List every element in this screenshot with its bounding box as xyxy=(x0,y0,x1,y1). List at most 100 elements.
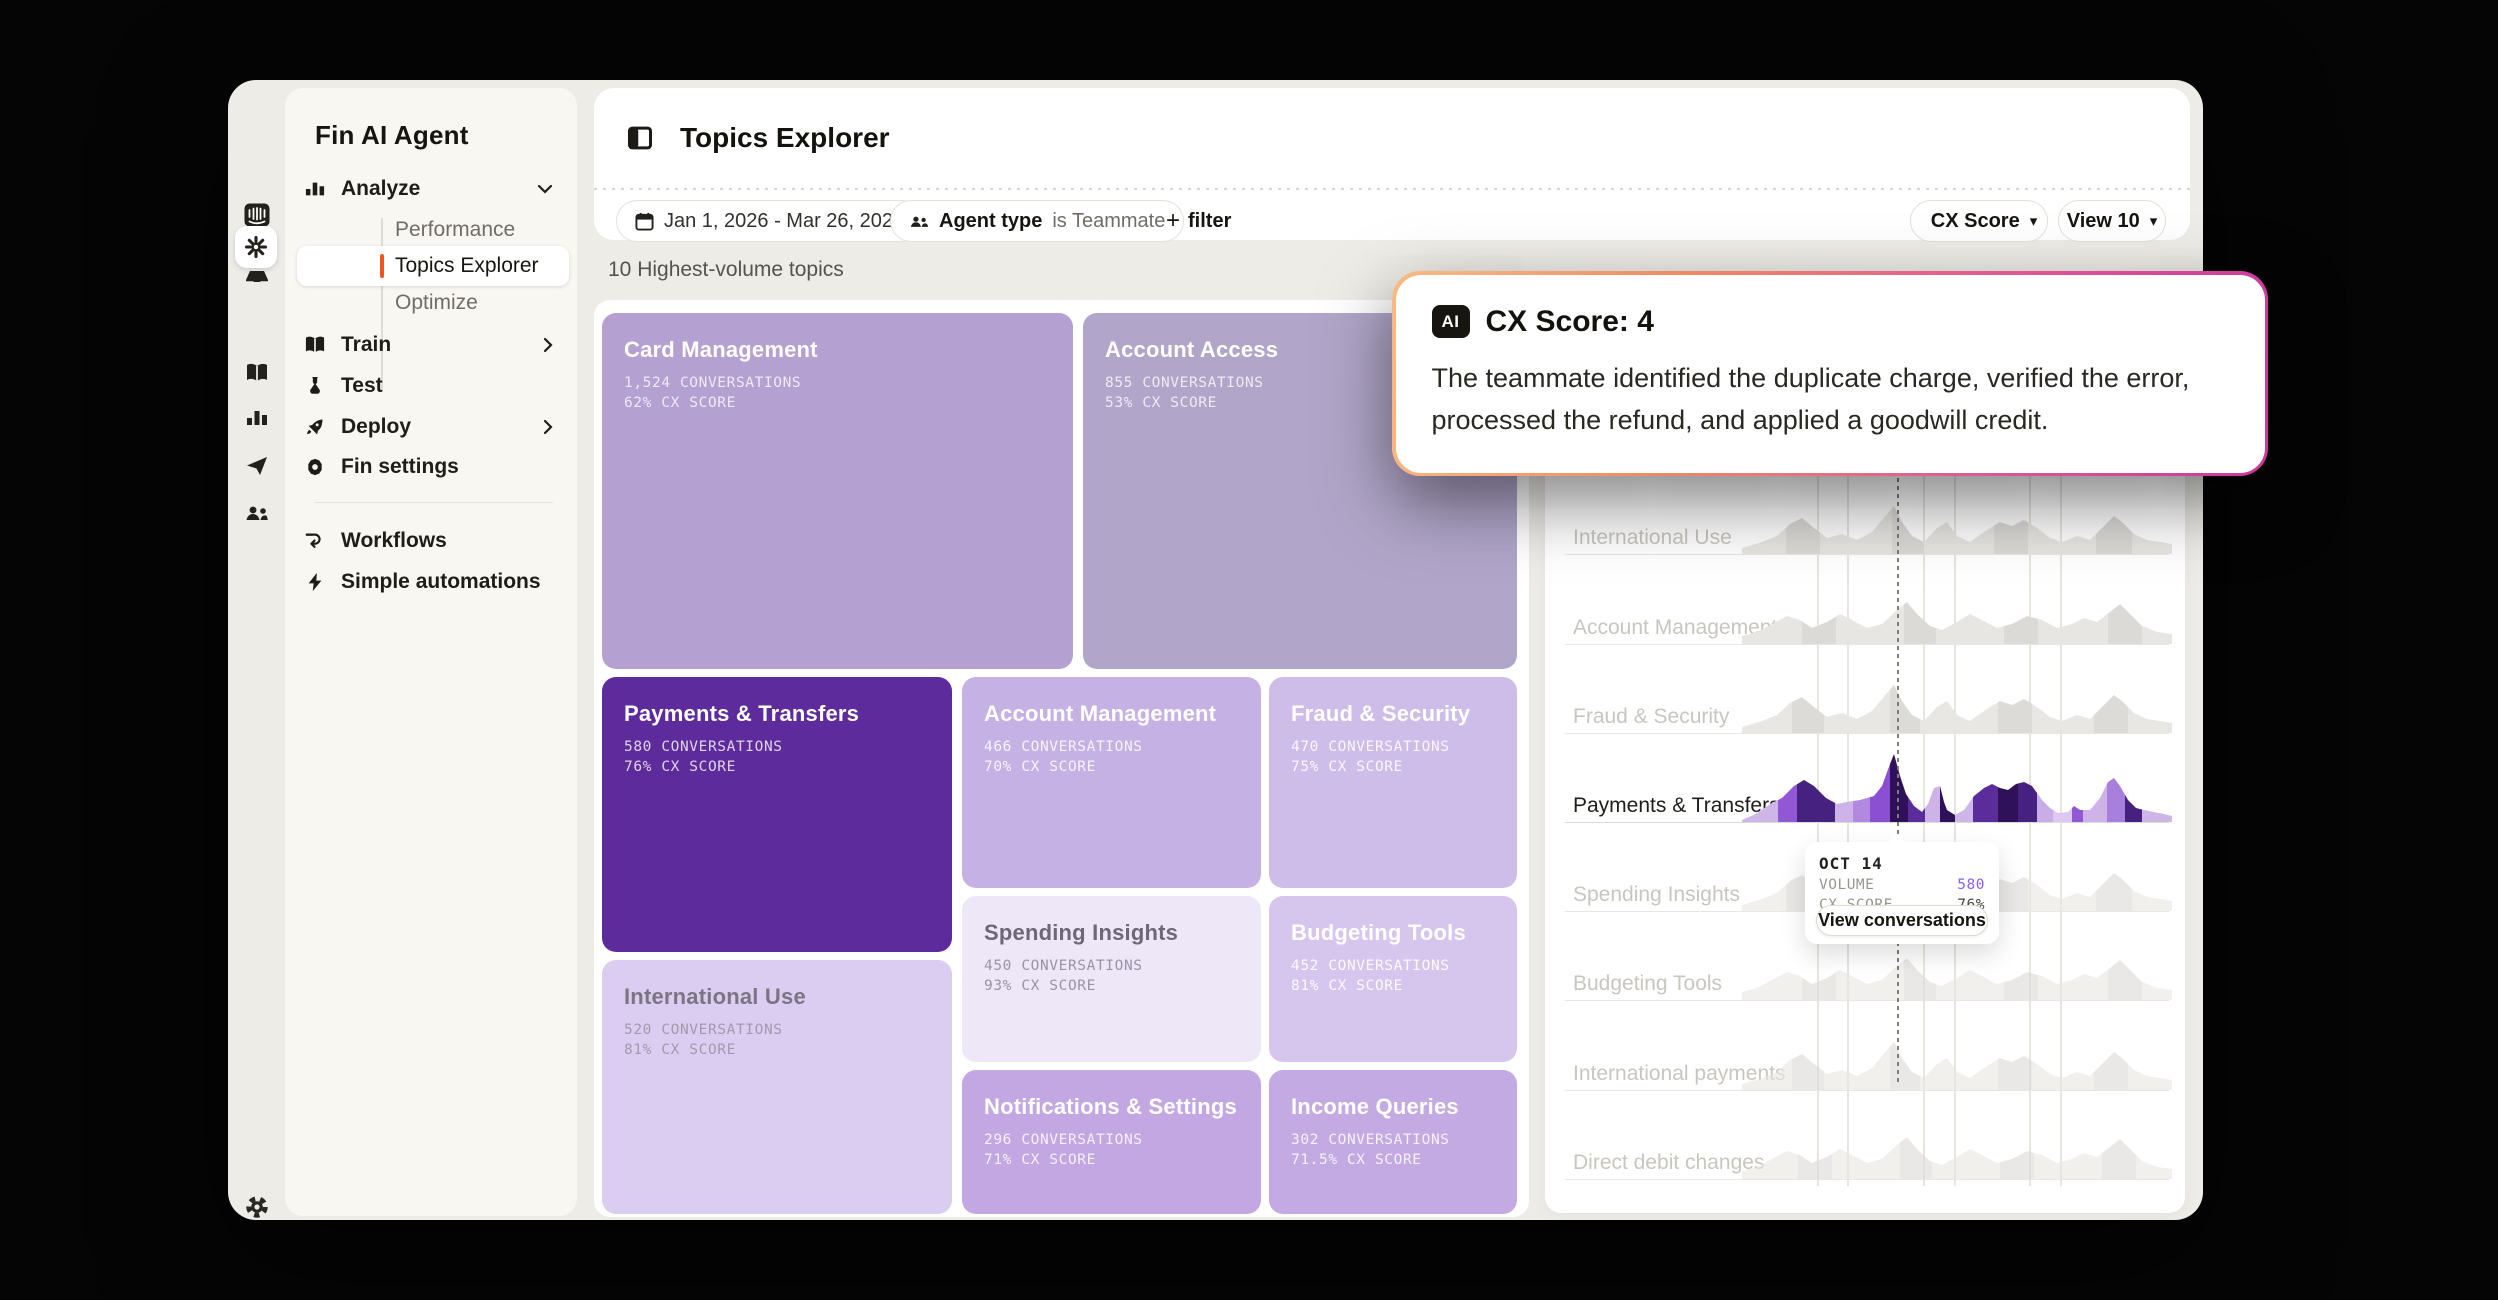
analyze-chart-icon xyxy=(303,177,327,201)
sidebar-item-label: Deploy xyxy=(341,415,411,439)
ridge-area-chart[interactable] xyxy=(1742,663,2172,733)
contacts-people-icon[interactable] xyxy=(242,498,272,528)
ridge-area-chart[interactable] xyxy=(1742,484,2172,554)
tooltip-notch xyxy=(1887,833,1907,853)
tile-stats: 296 CONVERSATIONS71% CX SCORE xyxy=(984,1130,1239,1170)
ridge-row-label[interactable]: Budgeting Tools xyxy=(1573,972,1722,998)
view-conversations-button[interactable]: View conversations xyxy=(1816,905,1988,936)
knowledge-book-icon[interactable] xyxy=(242,358,272,388)
sidebar-item-label: Test xyxy=(341,374,383,398)
agent-people-icon xyxy=(909,213,929,230)
tile-name: Card Management xyxy=(624,337,1051,363)
sidebar-item-deploy[interactable]: Deploy xyxy=(303,408,559,446)
tile-stats: 466 CONVERSATIONS70% CX SCORE xyxy=(984,737,1239,777)
sidebar: Fin AI Agent Analyze Performance Topics … xyxy=(285,88,577,1216)
sidebar-item-test[interactable]: Test xyxy=(303,367,559,405)
reports-chart-icon[interactable] xyxy=(242,403,272,433)
treemap-tile[interactable]: International Use 520 CONVERSATIONS81% C… xyxy=(602,960,952,1214)
tile-name: Account Management xyxy=(984,701,1239,727)
sidebar-item-label: Fin settings xyxy=(341,455,459,479)
section-label: 10 Highest-volume topics xyxy=(608,258,844,282)
metric-label: CX Score xyxy=(1931,210,2020,233)
sidebar-divider xyxy=(315,502,553,503)
tile-stats: 580 CONVERSATIONS76% CX SCORE xyxy=(624,737,930,777)
test-flask-icon xyxy=(303,374,327,398)
sidebar-item-performance[interactable]: Performance xyxy=(395,212,595,248)
header-dotted-divider xyxy=(594,188,2190,190)
add-filter-button[interactable]: + filter xyxy=(1166,200,1231,242)
ridge-area-chart[interactable] xyxy=(1742,1020,2172,1090)
treemap-tile[interactable]: Spending Insights 450 CONVERSATIONS93% C… xyxy=(962,896,1261,1062)
tile-stats: 302 CONVERSATIONS71.5% CX SCORE xyxy=(1291,1130,1495,1170)
agent-filter-value: is Teammate xyxy=(1052,210,1165,233)
ridge-area-chart[interactable] xyxy=(1742,1109,2172,1179)
metric-select-dropdown[interactable]: CX Score ▾ xyxy=(1910,200,2048,242)
row-baseline xyxy=(1565,554,2169,555)
treemap-tile-highlighted[interactable]: Payments & Transfers 580 CONVERSATIONS76… xyxy=(602,677,952,952)
header-card: Topics Explorer Jan 1, 2026 - Mar 26, 20… xyxy=(594,88,2190,240)
row-baseline xyxy=(1565,1090,2169,1091)
ai-badge-icon: AI xyxy=(1432,305,1470,338)
row-baseline xyxy=(1565,1179,2169,1180)
sidebar-title: Fin AI Agent xyxy=(315,120,469,151)
train-book-icon xyxy=(303,333,327,357)
inbox-icon[interactable] xyxy=(242,264,272,294)
tile-name: Budgeting Tools xyxy=(1291,920,1495,946)
outbound-plane-icon[interactable] xyxy=(242,451,272,481)
agent-filter-field: Agent type xyxy=(939,210,1042,233)
sidebar-item-label: Performance xyxy=(395,218,515,242)
chart-point-tooltip: OCT 14 VOLUME580 CX SCORE76% View conver… xyxy=(1805,842,1999,944)
calendar-icon xyxy=(635,212,654,231)
icon-rail xyxy=(228,80,285,1220)
sidebar-item-optimize[interactable]: Optimize xyxy=(395,285,595,321)
ridge-row-label[interactable]: Fraud & Security xyxy=(1573,705,1729,731)
sidebar-item-train[interactable]: Train xyxy=(303,326,559,364)
fin-sparkle-icon xyxy=(244,235,268,259)
tooltip-volume-label: VOLUME xyxy=(1819,877,1874,893)
add-filter-label: filter xyxy=(1188,210,1231,233)
ai-tooltip-body: The teammate identified the duplicate ch… xyxy=(1432,357,2242,441)
sidebar-item-label: Topics Explorer xyxy=(395,254,539,278)
treemap-tile[interactable]: Income Queries 302 CONVERSATIONS71.5% CX… xyxy=(1269,1070,1517,1214)
agent-type-filter[interactable]: Agent type is Teammate xyxy=(890,200,1184,242)
tile-stats: 520 CONVERSATIONS81% CX SCORE xyxy=(624,1020,930,1060)
chevron-right-icon xyxy=(543,419,553,435)
tile-name: Fraud & Security xyxy=(1291,701,1495,727)
settings-gear-icon[interactable] xyxy=(242,1192,272,1220)
sidebar-item-simple-automations[interactable]: Simple automations xyxy=(303,563,559,601)
sidebar-item-fin-settings[interactable]: Fin settings xyxy=(303,448,559,486)
date-range-filter[interactable]: Jan 1, 2026 - Mar 26, 2026 xyxy=(616,200,923,242)
caret-down-icon: ▾ xyxy=(2030,212,2038,230)
ai-cx-score-tooltip: AI CX Score: 4 The teammate identified t… xyxy=(1392,271,2268,476)
treemap-tile[interactable]: Fraud & Security 470 CONVERSATIONS75% CX… xyxy=(1269,677,1517,888)
ridge-row-label[interactable]: Spending Insights xyxy=(1573,883,1740,909)
ridge-area-chart-highlighted[interactable] xyxy=(1742,752,2172,822)
ridge-area-chart[interactable] xyxy=(1742,574,2172,644)
sidebar-item-label: Simple automations xyxy=(341,570,541,594)
view-count-dropdown[interactable]: View 10 ▾ xyxy=(2058,200,2166,242)
sidebar-item-label: Analyze xyxy=(341,177,420,201)
deploy-rocket-icon xyxy=(303,415,327,439)
view-count-label: View 10 xyxy=(2067,210,2140,233)
sidebar-item-workflows[interactable]: Workflows xyxy=(303,522,559,560)
treemap-card: Card Management 1,524 CONVERSATIONS62% C… xyxy=(594,300,1529,1217)
row-baseline xyxy=(1565,644,2169,645)
sidebar-item-topics-explorer[interactable]: Topics Explorer xyxy=(395,248,595,284)
plus-icon: + xyxy=(1166,209,1180,233)
workflows-icon xyxy=(303,529,327,553)
treemap-tile[interactable]: Budgeting Tools 452 CONVERSATIONS81% CX … xyxy=(1269,896,1517,1062)
sidebar-item-analyze[interactable]: Analyze xyxy=(303,170,559,208)
filter-bar: Jan 1, 2026 - Mar 26, 2026 Agent type is… xyxy=(594,200,2190,242)
caret-down-icon: ▾ xyxy=(2150,212,2158,230)
ridge-row-label[interactable]: International Use xyxy=(1573,526,1732,552)
topics-explorer-panel-icon xyxy=(626,124,654,152)
sidebar-item-label: Optimize xyxy=(395,291,478,315)
treemap-tile[interactable]: Account Management 466 CONVERSATIONS70% … xyxy=(962,677,1261,888)
fin-ai-rail-item-selected[interactable] xyxy=(235,226,277,268)
treemap-tile[interactable]: Card Management 1,524 CONVERSATIONS62% C… xyxy=(602,313,1073,669)
chevron-right-icon xyxy=(543,337,553,353)
treemap-tile[interactable]: Notifications & Settings 296 CONVERSATIO… xyxy=(962,1070,1261,1214)
ridge-row-label[interactable]: Direct debit changes xyxy=(1573,1151,1764,1177)
page-title: Topics Explorer xyxy=(680,122,890,154)
sidebar-item-label: Train xyxy=(341,333,391,357)
